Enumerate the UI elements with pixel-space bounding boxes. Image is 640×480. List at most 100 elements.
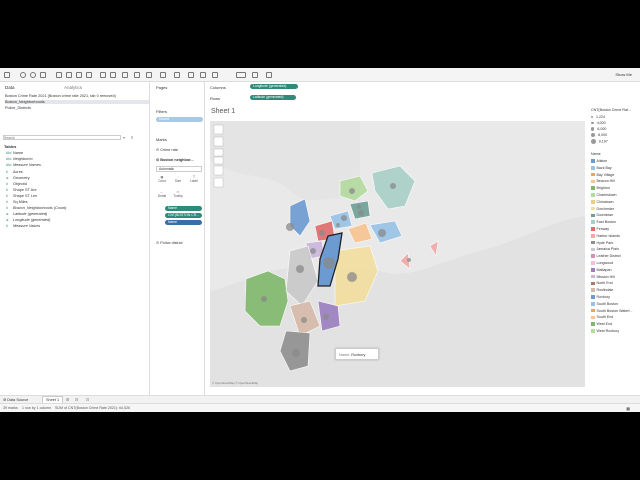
color-legend-item[interactable]: Harbor Islands [591,234,620,238]
field-item[interactable]: Abc Name [6,151,23,155]
new-datasource-icon[interactable] [40,72,46,78]
crime-rate-dot[interactable] [349,188,355,194]
new-dashboard-icon[interactable]: ⊟ [75,397,78,402]
detail-button[interactable]: ⋯ Detail [157,190,167,200]
field-item[interactable]: # Boston_Neighborhoods (Count) [6,206,66,210]
annotate-icon[interactable] [174,72,180,78]
tooltip-button[interactable]: ▭ Tooltip [173,190,183,200]
color-legend-item[interactable]: South Boston [591,302,618,306]
clear-sheet-icon[interactable] [86,72,92,78]
color-button[interactable]: ▦ Color [157,175,167,185]
mark-layer-neighborhoods[interactable]: ⊙ Boston neighbor... [156,157,194,162]
view-grid-icon[interactable]: ▦ [626,406,630,411]
color-legend-item[interactable]: North End [591,281,613,285]
field-item[interactable]: ⊕ Geometry [6,176,30,180]
crime-rate-dot[interactable] [301,317,307,323]
mark-pill-name[interactable]: Name [165,206,202,211]
fit-dropdown[interactable] [236,72,246,78]
share-icon[interactable] [266,72,272,78]
field-item[interactable]: ⊕ Latitude (generated) [6,212,47,216]
highlight-icon[interactable] [160,72,166,78]
new-sheet-icon[interactable] [66,72,72,78]
color-legend-item[interactable]: West End [591,322,612,326]
color-legend-item[interactable]: West Roxbury [591,329,619,333]
color-legend-item[interactable]: Allston [591,159,607,163]
mark-layer-crime-rate[interactable]: ⊙ Crime rate [156,147,178,152]
crime-rate-dot[interactable] [390,183,396,189]
datasource-item[interactable]: Boston Crime Rate 2021 (Boston crime rat… [5,94,116,98]
crime-rate-dot[interactable] [358,210,364,216]
color-legend-item[interactable]: Back Bay [591,166,612,170]
crime-rate-dot[interactable] [319,230,325,236]
save-icon[interactable] [56,72,62,78]
new-story-icon[interactable]: ⊡ [86,397,89,402]
color-legend-item[interactable]: Roslindale [591,288,613,292]
crime-rate-dot[interactable] [286,223,294,231]
field-item[interactable]: # Shape ST Len [6,194,37,198]
color-legend-item[interactable]: Brighton [591,186,610,190]
color-legend-item[interactable]: South Boston Waterf... [591,309,633,313]
crime-rate-dot[interactable] [347,272,357,282]
field-item[interactable]: Abc Neighborho [6,157,33,161]
color-legend-item[interactable]: Longwood [591,261,613,265]
datasource-item[interactable]: Police_Districts [5,106,31,110]
columns-pill[interactable]: Longitude (generated) [250,84,298,89]
field-item[interactable]: # Sq Miles [6,200,28,204]
mark-pill-count[interactable]: CNT(BOSTON CR... [165,213,202,218]
color-legend-item[interactable]: Jamaica Plain [591,247,619,251]
crime-rate-dot[interactable] [323,257,335,269]
crime-rate-dot[interactable] [341,215,347,221]
duplicate-sheet-icon[interactable] [76,72,82,78]
sort-ascending-icon[interactable] [110,72,116,78]
field-item[interactable]: Abc Measure Names [6,163,41,167]
map-canvas[interactable] [210,121,585,387]
field-item[interactable]: # Shape ST Are [6,188,37,192]
field-item[interactable]: ⊕ Longitude (generated) [6,218,50,222]
crime-rate-dot[interactable] [310,248,316,254]
show-me-button[interactable]: Show Me [615,72,632,77]
color-legend-item[interactable]: Mattapan [591,268,611,272]
sort-fields-icon[interactable]: ≡ [131,135,133,140]
size-button[interactable]: ◌ Size [173,175,183,185]
undo-icon[interactable] [20,72,26,78]
crime-rate-dot[interactable] [296,265,304,273]
fix-axes-icon[interactable] [146,72,152,78]
swap-axes-icon[interactable] [100,72,106,78]
color-legend-item[interactable]: Dorchester [591,207,614,211]
filter-fields-icon[interactable]: ▿ [123,135,125,140]
color-legend-item[interactable]: East Boston [591,220,616,224]
mark-layer-police[interactable]: ⊙ Police district [156,240,183,245]
color-legend-item[interactable]: Beacon Hill [591,179,615,183]
crime-rate-dot[interactable] [378,229,386,237]
mark-pill-name[interactable]: Name [165,220,202,225]
filter-pill[interactable]: District [156,117,203,122]
color-legend-item[interactable]: Mission Hill [591,275,615,279]
label-button[interactable]: T Label [189,175,199,185]
color-legend-item[interactable]: Chinatown [591,200,613,204]
map-view[interactable]: © OpenStreetMap © OpenStreetMap [210,121,585,387]
fit-icon[interactable] [200,72,206,78]
tab-data[interactable]: Data [5,85,15,90]
search-input[interactable] [3,135,121,140]
color-legend-item[interactable]: Roxbury [591,295,610,299]
new-worksheet-icon[interactable]: ⊞ [66,397,69,402]
rows-pill[interactable]: Latitude (generated) [250,95,296,100]
color-legend-item[interactable]: Bay Village [591,173,614,177]
crime-rate-dot[interactable] [292,349,300,357]
redo-icon[interactable] [30,72,36,78]
datasource-item[interactable]: Boston_Neighborhoods [5,100,149,104]
color-legend-item[interactable]: South End [591,315,613,319]
crime-rate-dot[interactable] [261,296,267,302]
tab-analytics[interactable]: Analytics [64,85,82,90]
color-legend-item[interactable]: Fenway [591,227,609,231]
field-item[interactable]: # Acres [6,170,23,174]
mark-type-dropdown[interactable]: Automatic [156,166,202,172]
group-icon[interactable] [122,72,128,78]
sheet-tab[interactable]: Sheet 1 [42,396,64,403]
crime-rate-dot[interactable] [323,314,329,320]
color-legend-item[interactable]: Charlestown [591,193,616,197]
crime-rate-dot[interactable] [336,223,340,227]
color-legend-item[interactable]: Downtown [591,213,613,217]
tableau-logo-icon[interactable] [4,72,10,78]
data-source-tab[interactable]: ⊚ Data Source [3,397,28,402]
